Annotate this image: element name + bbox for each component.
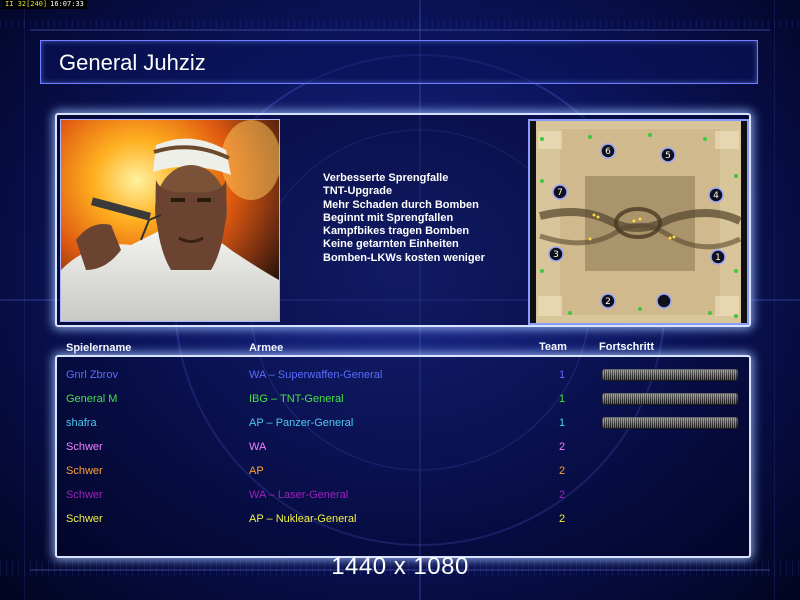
player-row: Schwer WA 2 <box>57 438 749 458</box>
loading-progress-bar <box>602 369 738 381</box>
player-army: AP – Panzer-General <box>249 417 354 429</box>
start-position-marker[interactable]: 1 <box>710 249 726 265</box>
general-traits-list: Verbesserte Sprengfalle TNT-Upgrade Mehr… <box>323 172 485 265</box>
start-position-marker[interactable]: 2 <box>600 293 616 309</box>
map-terrain: 6 5 7 4 3 1 2 <box>530 121 747 323</box>
general-name-title: General Juhziz <box>59 50 206 75</box>
player-row: Gnrl Zbrov WA – Superwaffen-General 1 <box>57 366 749 386</box>
column-header-player-name: Spielername <box>66 342 132 354</box>
fps-counter: II 32[240] <box>5 0 48 8</box>
column-header-army: Armee <box>249 342 284 354</box>
fps-status-bar: II 32[240] 16:07:33 <box>2 0 87 9</box>
svg-text:3: 3 <box>553 250 559 260</box>
svg-text:5: 5 <box>665 151 671 161</box>
player-army: AP – Nuklear-General <box>249 513 357 525</box>
trait-item: TNT-Upgrade <box>323 185 393 198</box>
start-position-marker[interactable]: 7 <box>552 184 568 200</box>
player-team: 1 <box>559 393 566 405</box>
player-name: Gnrl Zbrov <box>66 369 118 381</box>
player-name: Schwer <box>66 489 103 501</box>
resolution-overlay: 1440 x 1080 <box>331 553 469 580</box>
general-info-panel: Verbesserte Sprengfalle TNT-Upgrade Mehr… <box>55 113 751 327</box>
player-team: 2 <box>559 489 566 501</box>
start-position-marker[interactable]: 4 <box>708 187 724 203</box>
trait-item: Bomben-LKWs kosten weniger <box>323 251 485 264</box>
column-header-team: Team <box>539 341 567 353</box>
player-row: Schwer AP – Nuklear-General 2 <box>57 510 749 530</box>
system-clock: 16:07:33 <box>50 0 84 8</box>
map-preview: 6 5 7 4 3 1 2 <box>528 119 749 325</box>
player-team: 2 <box>559 513 566 525</box>
start-position-marker[interactable] <box>656 293 672 309</box>
player-army: WA <box>249 441 267 453</box>
loading-screen: II 32[240] 16:07:33 General Juhziz Verbe… <box>0 0 800 600</box>
player-team: 2 <box>559 441 566 453</box>
player-row: Schwer AP 2 <box>57 462 749 482</box>
svg-text:6: 6 <box>605 147 611 157</box>
title-bar: General Juhziz <box>40 40 758 84</box>
player-row: shafra AP – Panzer-General 1 <box>57 414 749 434</box>
player-name: General M <box>66 393 118 405</box>
player-team: 1 <box>559 369 566 381</box>
svg-text:4: 4 <box>713 191 719 201</box>
player-army: WA – Laser-General <box>249 489 349 501</box>
player-name: Schwer <box>66 465 103 477</box>
player-row: General M IBG – TNT-General 1 <box>57 390 749 410</box>
svg-text:7: 7 <box>557 188 563 198</box>
trait-item: Kampfbikes tragen Bomben <box>323 225 470 238</box>
svg-text:2: 2 <box>605 297 611 307</box>
player-name: Schwer <box>66 513 103 525</box>
column-header-progress: Fortschritt <box>599 341 654 353</box>
trait-item: Verbesserte Sprengfalle <box>323 172 449 184</box>
start-position-marker[interactable]: 3 <box>548 246 564 262</box>
player-team: 2 <box>559 465 566 477</box>
svg-text:1: 1 <box>715 253 721 263</box>
start-position-marker[interactable]: 6 <box>600 143 616 159</box>
player-name: Schwer <box>66 441 103 453</box>
player-list: Gnrl Zbrov WA – Superwaffen-General 1 Ge… <box>55 355 751 558</box>
trait-item: Beginnt mit Sprengfallen <box>323 211 454 224</box>
start-position-marker[interactable]: 5 <box>660 147 676 163</box>
general-portrait <box>60 119 280 322</box>
player-row: Schwer WA – Laser-General 2 <box>57 486 749 506</box>
loading-progress-bar <box>602 393 738 405</box>
player-name: shafra <box>66 417 97 429</box>
loading-progress-bar <box>602 417 738 429</box>
player-army: IBG – TNT-General <box>249 393 344 405</box>
player-team: 1 <box>559 417 566 429</box>
player-army: WA – Superwaffen-General <box>249 369 383 381</box>
trait-item: Keine getarnten Einheiten <box>323 238 459 251</box>
player-army: AP <box>249 465 264 477</box>
trait-item: Mehr Schaden durch Bomben <box>323 198 479 211</box>
general-portrait-illustration <box>61 120 279 321</box>
